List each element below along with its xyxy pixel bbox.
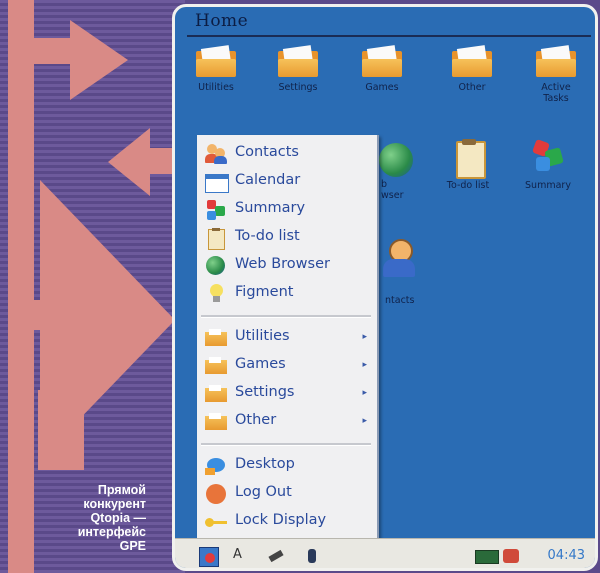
menu-item-figment[interactable]: Figment — [197, 281, 375, 307]
desktop-folder-label: Active Tasks — [541, 82, 571, 104]
desktop-folder-other[interactable]: Other — [435, 45, 509, 93]
caption-line: Прямой — [97, 483, 146, 497]
menu-item-games[interactable]: Games ▸ — [197, 353, 375, 379]
device-screen: Home Utilities Settings Games Other Acti… — [172, 4, 598, 571]
clipboard-icon — [450, 139, 486, 179]
network-icon[interactable] — [503, 547, 521, 565]
folder-icon — [536, 45, 576, 77]
desktop-app-label: ntacts — [385, 295, 415, 306]
caption: Прямой конкурент Qtopia — интерфейс GPE — [50, 483, 146, 553]
submenu-arrow-icon: ▸ — [362, 360, 367, 370]
window-titlebar: Home — [187, 9, 591, 39]
contacts-icon — [205, 144, 227, 164]
calendar-icon — [205, 172, 229, 193]
window-title: Home — [195, 11, 249, 31]
start-menu: Contacts Calendar Summary To-do list Web… — [197, 135, 379, 552]
keyboard-icon[interactable]: A — [233, 547, 251, 565]
logout-icon — [205, 484, 227, 504]
clipboard-icon — [205, 228, 227, 250]
desktop-folder-games[interactable]: Games — [345, 45, 419, 93]
menu-item-label: Other — [235, 412, 277, 428]
submenu-arrow-icon: ▸ — [362, 332, 367, 342]
menu-separator — [201, 315, 371, 318]
menu-item-contacts[interactable]: Contacts — [197, 141, 375, 167]
desktop-contacts-icon[interactable] — [381, 239, 417, 279]
desktop-folder-settings[interactable]: Settings — [261, 45, 335, 93]
stylus-icon[interactable] — [267, 547, 285, 565]
desktop-folder-label: Utilities — [198, 82, 234, 93]
menu-item-label: Summary — [235, 200, 306, 216]
folder-icon — [205, 356, 227, 376]
submenu-arrow-icon: ▸ — [362, 416, 367, 426]
menu-item-web-browser[interactable]: Web Browser — [197, 253, 375, 279]
menu-item-label: Web Browser — [235, 256, 330, 272]
menu-item-todo[interactable]: To-do list — [197, 225, 375, 251]
submenu-arrow-icon: ▸ — [362, 388, 367, 398]
desktop-folder-label: Games — [365, 82, 399, 93]
menu-item-summary[interactable]: Summary — [197, 197, 375, 223]
menu-item-label: Calendar — [235, 172, 301, 188]
menu-separator — [201, 443, 371, 446]
taskbar: A 04:43 — [175, 538, 595, 568]
clock: 04:43 — [547, 548, 585, 563]
desktop-label-fragment: wser — [381, 190, 404, 201]
folder-icon — [362, 45, 402, 77]
desktop-icon — [205, 456, 227, 476]
title-divider — [187, 35, 591, 37]
folder-icon — [196, 45, 236, 77]
menu-item-log-out[interactable]: Log Out — [197, 481, 375, 507]
menu-item-other[interactable]: Other ▸ — [197, 409, 375, 435]
folder-icon — [205, 328, 227, 348]
menu-item-desktop[interactable]: Desktop — [197, 453, 375, 479]
arrow-right-top — [70, 20, 128, 100]
caption-line: GPE — [119, 539, 146, 553]
start-menu-icon[interactable] — [199, 547, 219, 567]
menu-item-label: Contacts — [235, 144, 299, 160]
menu-item-label: To-do list — [235, 228, 300, 244]
lightbulb-icon — [205, 284, 227, 304]
menu-item-label: Games — [235, 356, 286, 372]
desktop-app-label: Summary — [525, 180, 571, 191]
desktop-app-summary[interactable]: Summary — [511, 139, 585, 191]
menu-item-label: Lock Display — [235, 512, 327, 528]
desktop-label-fragment: b — [381, 179, 388, 190]
menu-item-label: Utilities — [235, 328, 290, 344]
menu-item-settings[interactable]: Settings ▸ — [197, 381, 375, 407]
summary-icon — [205, 200, 227, 220]
desktop-folder-label: Other — [458, 82, 486, 93]
caption-line: Qtopia — — [90, 511, 146, 525]
desktop-folder-utilities[interactable]: Utilities — [179, 45, 253, 93]
menu-item-calendar[interactable]: Calendar — [197, 169, 375, 195]
menu-item-lock-display[interactable]: Lock Display — [197, 509, 375, 535]
battery-icon — [475, 547, 499, 565]
desktop-app-label: To-do list — [446, 180, 490, 191]
menu-item-utilities[interactable]: Utilities ▸ — [197, 325, 375, 351]
key-icon — [205, 512, 227, 532]
desktop-folder-label: Settings — [278, 82, 318, 93]
menu-item-label: Log Out — [235, 484, 292, 500]
folder-icon — [278, 45, 318, 77]
pen-icon[interactable] — [303, 547, 321, 565]
desktop-globe-icon[interactable] — [379, 143, 413, 177]
summary-icon — [530, 139, 566, 175]
menu-item-label: Settings — [235, 384, 295, 400]
folder-icon — [205, 412, 227, 432]
caption-line: конкурент — [83, 497, 146, 511]
menu-item-label: Figment — [235, 284, 294, 300]
menu-item-label: Desktop — [235, 456, 295, 472]
folder-icon — [205, 384, 227, 404]
caption-line: интерфейс — [77, 525, 146, 539]
desktop-folder-active-tasks[interactable]: Active Tasks — [519, 45, 593, 104]
folder-icon — [452, 45, 492, 77]
globe-icon — [205, 256, 227, 276]
desktop-app-todo[interactable]: To-do list — [431, 139, 505, 191]
